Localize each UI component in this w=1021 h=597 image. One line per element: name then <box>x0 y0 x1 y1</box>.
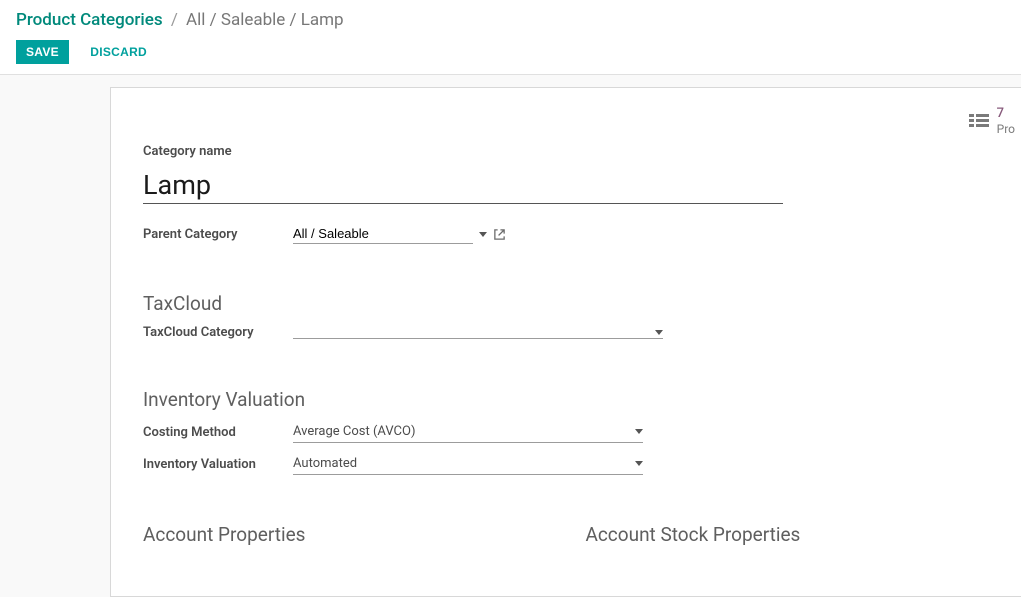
stat-label: Pro <box>997 123 1015 135</box>
taxcloud-category-label: TaxCloud Category <box>143 325 293 340</box>
stat-products-button[interactable]: 7 Pro <box>963 98 1021 143</box>
parent-category-input[interactable] <box>293 224 473 244</box>
breadcrumb-root[interactable]: Product Categories <box>16 10 163 30</box>
account-properties-title: Account Properties <box>143 523 305 546</box>
account-stock-properties-title: Account Stock Properties <box>585 523 800 546</box>
taxcloud-section-title: TaxCloud <box>143 292 989 315</box>
chevron-down-icon <box>635 461 643 466</box>
breadcrumb: Product Categories / All / Saleable / La… <box>16 10 1005 30</box>
inventory-valuation-value: Automated <box>293 456 357 471</box>
chevron-down-icon <box>635 429 643 434</box>
inventory-valuation-label: Inventory Valuation <box>143 457 293 472</box>
stat-count: 7 <box>997 106 1004 121</box>
breadcrumb-separator: / <box>171 10 178 30</box>
chevron-down-icon[interactable] <box>479 232 487 237</box>
discard-button[interactable]: DISCARD <box>80 40 157 64</box>
chevron-down-icon <box>655 330 663 335</box>
taxcloud-category-select[interactable] <box>293 327 663 339</box>
breadcrumb-current: All / Saleable / Lamp <box>186 10 344 30</box>
save-button[interactable]: SAVE <box>16 40 69 64</box>
costing-method-select[interactable]: Average Cost (AVCO) <box>293 421 643 443</box>
costing-method-value: Average Cost (AVCO) <box>293 424 415 439</box>
inventory-valuation-section-title: Inventory Valuation <box>143 388 989 411</box>
list-icon <box>969 113 989 129</box>
form-sheet: 7 Pro Category name Parent Category <box>110 87 1021 597</box>
costing-method-label: Costing Method <box>143 425 293 440</box>
category-name-label: Category name <box>143 144 989 159</box>
category-name-input[interactable] <box>143 165 783 204</box>
control-panel: Product Categories / All / Saleable / La… <box>0 0 1021 75</box>
external-link-icon[interactable] <box>493 228 506 241</box>
inventory-valuation-select[interactable]: Automated <box>293 453 643 475</box>
parent-category-label: Parent Category <box>143 227 293 242</box>
